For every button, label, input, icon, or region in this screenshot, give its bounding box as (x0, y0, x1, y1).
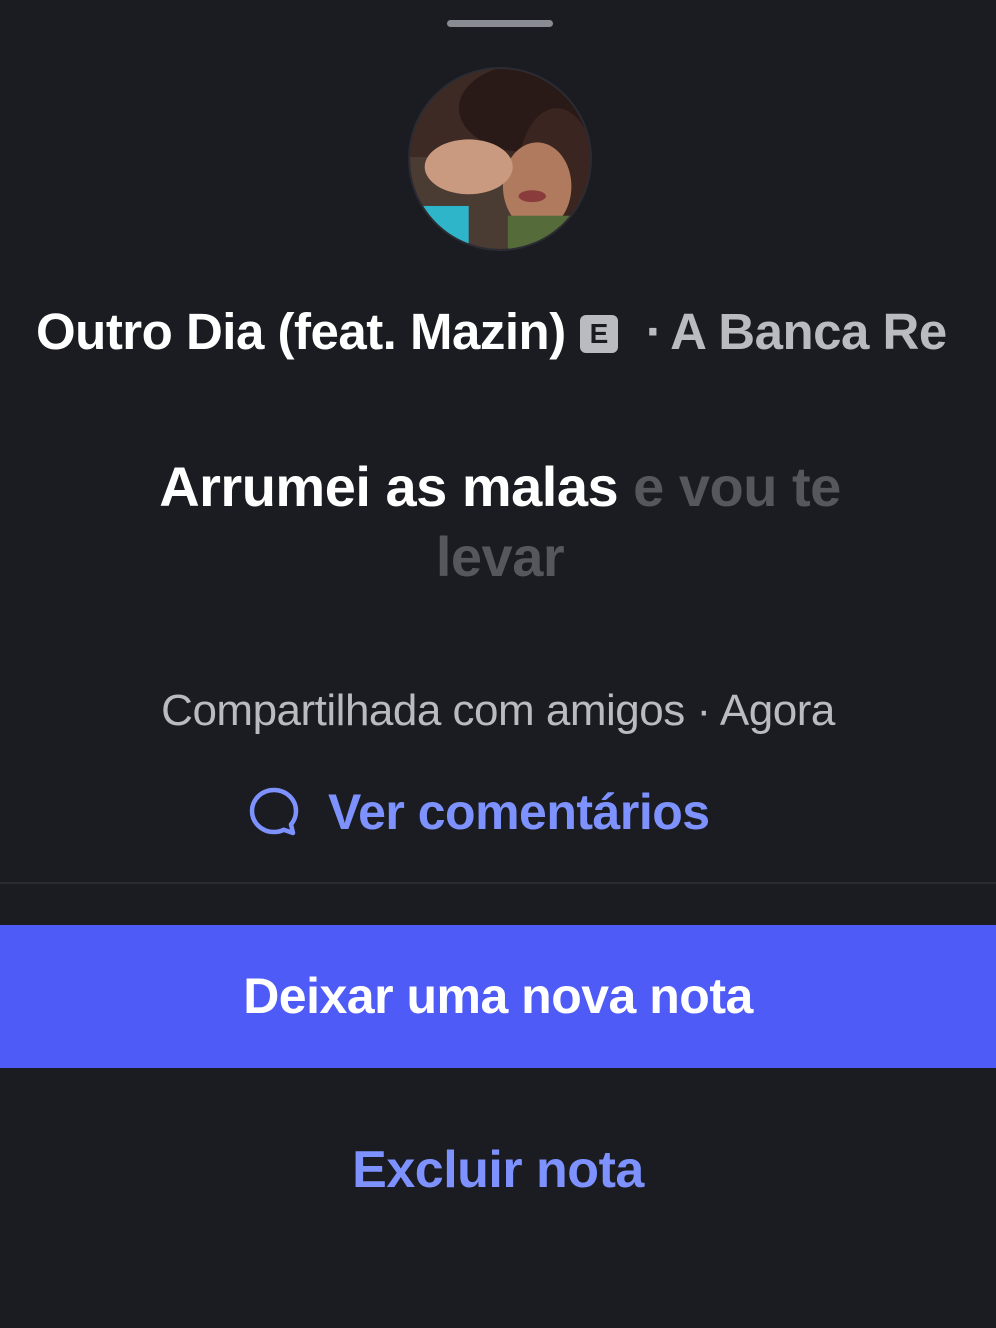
song-info[interactable]: Outro Dia (feat. Mazin) E · A Banca Re (36, 300, 947, 364)
song-separator: · (645, 303, 663, 360)
view-comments-label: Ver comentários (328, 784, 710, 840)
avatar-photo (410, 69, 590, 249)
lyric-text: Arrumei as malas e vou te levar (150, 452, 850, 592)
user-avatar[interactable] (408, 67, 592, 251)
lyric-active: Arrumei as malas (159, 455, 619, 518)
delete-note-button[interactable]: Excluir nota (0, 1138, 996, 1202)
chat-bubble-icon (249, 787, 299, 836)
song-artist: A Banca Re (670, 303, 947, 360)
divider (0, 882, 996, 884)
note-bottom-sheet: Outro Dia (feat. Mazin) E · A Banca Re Arru… (0, 0, 996, 1328)
drag-handle[interactable] (447, 20, 553, 27)
view-comments-button[interactable]: Ver comentários (248, 782, 710, 842)
explicit-badge: E (579, 315, 618, 353)
song-title: Outro Dia (feat. Mazin) (36, 303, 566, 360)
share-status: Compartilhada com amigos · Agora (161, 686, 835, 735)
new-note-button[interactable]: Deixar uma nova nota (0, 925, 996, 1068)
